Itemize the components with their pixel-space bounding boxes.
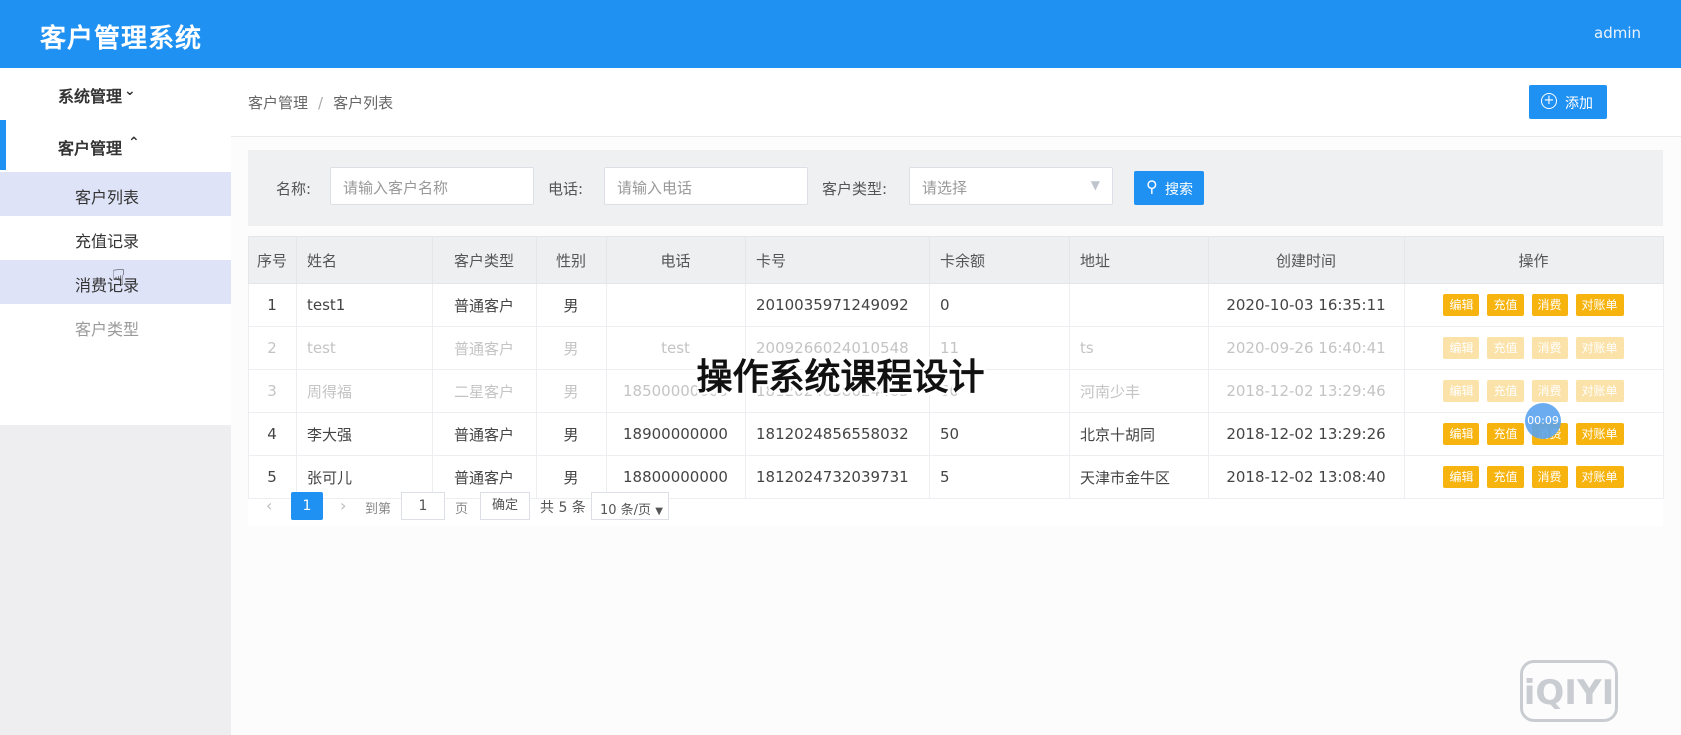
- prev-page-icon[interactable]: ‹: [266, 496, 272, 515]
- chevron-down-icon: ⌄: [124, 83, 136, 99]
- table-cell-type: 普通客户: [432, 412, 537, 456]
- recharge-button[interactable]: 充值: [1487, 294, 1524, 316]
- app-title: 客户管理系统: [40, 24, 203, 54]
- page-size-select[interactable]: 10 条/页 ▼: [591, 492, 669, 520]
- main-content: 客户管理 / 客户列表 + 添加 名称: 请输入客户名称 电话: 请输入电话 客户类…: [231, 68, 1681, 735]
- column-header: 性别: [536, 236, 607, 284]
- goto-confirm-button[interactable]: 确定: [480, 492, 530, 520]
- recharge-button[interactable]: 充值: [1487, 423, 1524, 445]
- column-header: 姓名: [296, 236, 433, 284]
- row-actions: 编辑充值消费对账单: [1406, 466, 1663, 488]
- top-header: 客户管理系统 admin: [0, 0, 1681, 68]
- breadcrumb-separator: /: [318, 94, 324, 112]
- goto-page-input[interactable]: 1: [401, 492, 445, 520]
- caret-down-icon: ▼: [655, 506, 663, 517]
- column-header: 电话: [606, 236, 746, 284]
- table-cell-gender: 男: [536, 283, 607, 327]
- statement-button[interactable]: 对账单: [1575, 466, 1624, 488]
- customer-type-select[interactable]: 请选择 ▼: [909, 167, 1113, 205]
- sidebar-item-label: 客户类型: [75, 320, 140, 339]
- column-header: 地址: [1069, 236, 1209, 284]
- table-row: 4 李大强 普通客户男 18900000000 1812024856558032 50 北京…: [248, 412, 1664, 456]
- table-header-row: 序号 姓名 客户类型 性别 电话 卡号 卡余额 地址 创建时间 操作: [248, 236, 1664, 284]
- edit-button[interactable]: 编辑: [1443, 423, 1480, 445]
- breadcrumb-root[interactable]: 客户管理: [248, 94, 308, 112]
- video-caption: 操作系统课程设计: [696, 357, 985, 398]
- customer-type-placeholder: 请选择: [922, 179, 968, 197]
- table-cell-address: 北京十胡同: [1069, 412, 1209, 456]
- column-header: 创建时间: [1208, 236, 1405, 284]
- consume-button[interactable]: 消费: [1531, 466, 1568, 488]
- sidebar: 系统管理 ⌄ 客户管理 ⌃ 客户列表 充值记录 消费记录 客户类型 ☟: [0, 68, 231, 735]
- table-cell-balance: 50: [929, 412, 1070, 456]
- sidebar-item-recharge-records[interactable]: 充值记录: [0, 216, 231, 260]
- edit-button[interactable]: 编辑: [1443, 466, 1480, 488]
- column-header: 卡号: [745, 236, 930, 284]
- goto-label: 到第: [365, 502, 392, 517]
- column-header: 操作: [1404, 236, 1664, 284]
- breadcrumb-bar: 客户管理 / 客户列表 + 添加: [231, 68, 1681, 137]
- table-cell-created: 2018-12-02 13:29:26: [1208, 412, 1405, 456]
- table-cell-phone: [606, 283, 746, 327]
- sidebar-item-label: 充值记录: [75, 232, 140, 251]
- iqiyi-watermark-logo: iQIYI: [1520, 660, 1618, 722]
- table-cell-gender: 男: [536, 412, 607, 456]
- total-count: 共 5 条: [540, 500, 586, 516]
- table-cell-balance: 0: [929, 283, 1070, 327]
- add-button[interactable]: + 添加: [1529, 85, 1607, 119]
- search-panel: 名称: 请输入客户名称 电话: 请输入电话 客户类型: 请选择 ▼ ⚲ 搜索: [248, 150, 1663, 226]
- sidebar-item-label: 消费记录: [75, 276, 140, 295]
- next-page-icon[interactable]: ›: [340, 496, 346, 515]
- timer-badge: 00:09: [1525, 403, 1561, 439]
- edit-button[interactable]: 编辑: [1443, 294, 1480, 316]
- table-cell-no: 4: [248, 412, 297, 456]
- table-cell-card: 2010035971249092: [745, 283, 930, 327]
- table-row: 1 test1 普通客户男 2010035971249092 0 2020-10-03 1…: [248, 283, 1664, 327]
- name-search-input[interactable]: 请输入客户名称: [330, 167, 534, 205]
- table-cell-no: 1: [248, 283, 297, 327]
- table-cell-actions: 编辑充值消费对账单: [1404, 283, 1664, 327]
- sidebar-item-customer-types[interactable]: 客户类型: [0, 304, 231, 348]
- consume-button[interactable]: 消费: [1531, 294, 1568, 316]
- add-button-label: 添加: [1565, 96, 1593, 112]
- hand-cursor-icon: ☟: [112, 266, 126, 291]
- sidebar-item-label: 客户列表: [75, 188, 140, 207]
- recharge-button[interactable]: 充值: [1487, 466, 1524, 488]
- row-actions: 编辑充值消费对账单: [1406, 294, 1663, 316]
- phone-search-input[interactable]: 请输入电话: [604, 167, 808, 205]
- customer-type-label: 客户类型:: [822, 180, 888, 198]
- table-cell-phone: 18900000000: [606, 412, 746, 456]
- search-icon: ⚲: [1146, 177, 1158, 196]
- sidebar-group-label: 客户管理: [58, 139, 123, 158]
- breadcrumb-current: 客户列表: [333, 94, 394, 112]
- sidebar-group-system[interactable]: 系统管理 ⌄: [0, 68, 231, 118]
- sidebar-group-label: 系统管理: [58, 87, 123, 106]
- user-menu[interactable]: admin: [1594, 24, 1641, 42]
- pagination: ‹ 1 › 到第 1 页 确定 共 5 条 10 条/页 ▼: [248, 486, 1663, 526]
- page-label: 页: [455, 502, 469, 517]
- caret-down-icon: ▼: [1090, 178, 1100, 192]
- sidebar-item-customer-list[interactable]: 客户列表: [0, 172, 231, 216]
- breadcrumb: 客户管理 / 客户列表: [248, 92, 393, 113]
- phone-label: 电话:: [548, 180, 584, 198]
- name-label: 名称:: [276, 180, 312, 198]
- page-number-current[interactable]: 1: [291, 492, 323, 520]
- statement-button[interactable]: 对账单: [1575, 423, 1624, 445]
- table-cell-name: 李大强: [296, 412, 433, 456]
- chevron-up-icon: ⌃: [128, 135, 140, 151]
- table-cell-type: 普通客户: [432, 283, 537, 327]
- plus-circle-icon: +: [1541, 93, 1557, 109]
- column-header: 卡余额: [929, 236, 1070, 284]
- search-button-label: 搜索: [1165, 182, 1193, 198]
- table-cell-address: [1069, 283, 1209, 327]
- column-header: 客户类型: [432, 236, 537, 284]
- table-cell-name: test1: [296, 283, 433, 327]
- column-header: 序号: [248, 236, 297, 284]
- table-cell-card: 1812024856558032: [745, 412, 930, 456]
- statement-button[interactable]: 对账单: [1575, 294, 1624, 316]
- table-cell-created: 2020-10-03 16:35:11: [1208, 283, 1405, 327]
- sidebar-group-customer[interactable]: 客户管理 ⌃: [0, 120, 231, 170]
- page-size-value: 10 条/页: [600, 503, 652, 518]
- search-button[interactable]: ⚲ 搜索: [1134, 171, 1204, 205]
